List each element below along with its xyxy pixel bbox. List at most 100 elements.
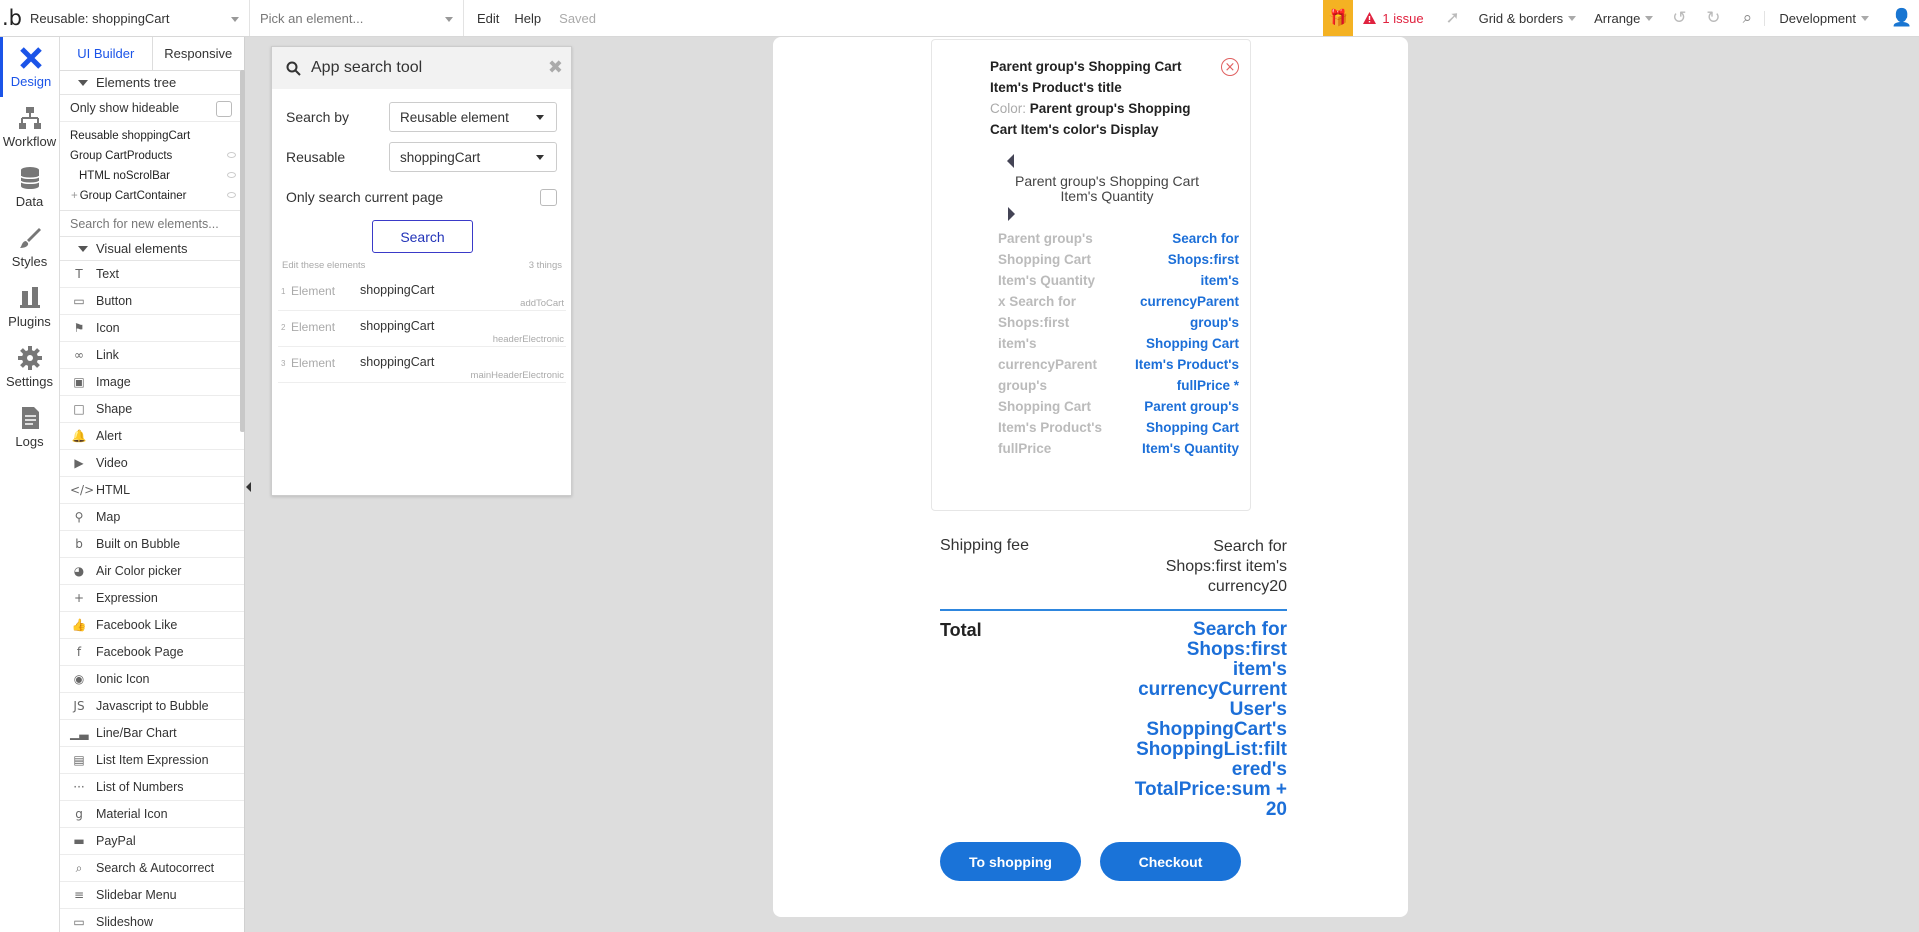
visual-element-item[interactable]: f Facebook Page [60,639,244,666]
collapse-panel-icon[interactable] [246,482,251,492]
visual-element-item[interactable]: ··· List of Numbers [60,774,244,801]
visual-element-item[interactable]: ≡ Slidebar Menu [60,882,244,909]
to-shopping-button[interactable]: To shopping [940,842,1081,881]
visual-element-item[interactable]: </> HTML [60,477,244,504]
user-icon[interactable]: 👤 [1885,0,1919,36]
issues-button[interactable]: 1 issue [1353,11,1435,26]
visual-element-item[interactable]: b Built on Bubble [60,531,244,558]
search-result-row[interactable]: 2 Element shoppingCart headerElectronic [278,311,566,347]
visual-element-item[interactable]: ◕ Air Color picker [60,558,244,585]
panel-scrollbar[interactable] [240,70,245,432]
visual-element-item[interactable]: ▬ PayPal [60,828,244,855]
page-selector[interactable]: Reusable: shoppingCart [24,0,250,36]
visual-element-item[interactable]: 👍 Facebook Like [60,612,244,639]
remove-item-icon[interactable]: × [1221,58,1239,76]
close-icon[interactable]: ✖ [548,57,563,78]
eye-icon[interactable] [227,192,236,198]
visual-elements-header[interactable]: Visual elements [60,237,244,261]
nav-design[interactable]: Design [0,37,59,97]
arrange-menu[interactable]: Arrange [1585,11,1662,26]
visual-element-item[interactable]: ▶ Video [60,450,244,477]
bubble-logo[interactable]: .b [0,0,24,36]
visual-element-label: Image [96,375,131,389]
nav-logs[interactable]: Logs [0,397,59,457]
tree-item[interactable]: Group CartProducts [60,146,244,166]
visual-element-item[interactable]: g Material Icon [60,801,244,828]
visual-element-item[interactable]: + Expression [60,585,244,612]
checkout-button[interactable]: Checkout [1100,842,1241,881]
search-new-elements-input[interactable]: Search for new elements... [60,210,244,237]
search-result-row[interactable]: 1 Element shoppingCart addToCart [278,275,566,311]
redo-icon[interactable]: ↻ [1696,0,1730,36]
decrease-quantity-icon[interactable] [1007,154,1014,168]
visual-element-item[interactable]: T Text [60,261,244,288]
calc-right-line: currencyParent [1139,294,1239,309]
visual-element-label: List of Numbers [96,780,184,794]
nav-workflow[interactable]: Workflow [0,97,59,157]
element-type-icon: ▤ [73,753,85,767]
eye-icon[interactable] [227,152,236,158]
element-picker[interactable]: Pick an element... [250,0,464,36]
visual-element-label: PayPal [96,834,136,848]
environment-menu[interactable]: Development [1764,10,1885,26]
nav-label: Settings [6,374,53,389]
search-icon[interactable]: ⌕ [1730,0,1764,36]
visual-element-item[interactable]: ▭ Slideshow [60,909,244,932]
reusable-row: Reusable shoppingCart [272,137,571,177]
visual-element-label: Slidebar Menu [96,888,177,902]
search-by-select[interactable]: Reusable element [389,102,557,132]
gift-icon[interactable]: 🎁 [1323,0,1354,36]
tree-item[interactable]: HTML noScrolBar [60,166,244,186]
nav-data[interactable]: Data [0,157,59,217]
nav-styles[interactable]: Styles [0,217,59,277]
calc-right-line: Shopping Cart [1146,336,1239,351]
visual-element-item[interactable]: ∞ Link [60,342,244,369]
nav-label: Design [10,74,52,89]
visual-element-item[interactable]: □ Shape [60,396,244,423]
menu-edit[interactable]: Edit [464,11,512,26]
nav-plugins[interactable]: Plugins [0,277,59,337]
visual-element-item[interactable]: ◉ Ionic Icon [60,666,244,693]
arrange-label: Arrange [1594,10,1641,26]
color-value-line: Parent group's Shopping [1029,101,1191,116]
reusable-select[interactable]: shoppingCart [389,142,557,172]
visual-element-item[interactable]: ⚲ Map [60,504,244,531]
visual-element-item[interactable]: ▭ Button [60,288,244,315]
reusable-value: shoppingCart [400,149,481,165]
tab-responsive[interactable]: Responsive [153,37,245,70]
undo-icon[interactable]: ↺ [1662,0,1696,36]
visual-element-item[interactable]: ▣ Image [60,369,244,396]
grid-borders-menu[interactable]: Grid & borders [1470,11,1586,26]
visual-element-item[interactable]: JS Javascript to Bubble [60,693,244,720]
increase-quantity-icon[interactable] [1008,207,1015,221]
nav-settings[interactable]: Settings [0,337,59,397]
chevron-down-icon [231,17,239,22]
tree-item[interactable]: + Group CartContainer [60,186,244,206]
data-icon [19,167,40,189]
visual-element-item[interactable]: ▤ List Item Expression [60,747,244,774]
visual-element-item[interactable]: ▁▃ Line/Bar Chart [60,720,244,747]
nav-label: Plugins [8,314,51,329]
visual-element-item[interactable]: 🔔 Alert [60,423,244,450]
expand-icon[interactable]: + [71,190,78,202]
only-current-page-checkbox[interactable] [540,188,557,206]
search-result-row[interactable]: 3 Element shoppingCart mainHeaderElectronic [278,347,566,383]
visual-element-label: Map [96,510,121,524]
tab-ui-builder[interactable]: UI Builder [60,37,153,70]
visual-element-item[interactable]: ⌕ Search & Autocorrect [60,855,244,882]
elements-tree-header[interactable]: Elements tree [60,71,244,95]
result-index: 3 [281,359,286,368]
calc-right-line: Parent group's [1144,399,1239,414]
divider [940,609,1287,611]
menu-help[interactable]: Help [512,11,554,26]
only-show-hideable-checkbox[interactable] [216,101,232,117]
pointer-icon[interactable]: ➚ [1436,0,1470,36]
eye-icon[interactable] [227,172,236,178]
chevron-down-icon [1645,15,1654,21]
visual-element-item[interactable]: ⚑ Icon [60,315,244,342]
search-by-label: Search by [286,109,350,125]
search-button[interactable]: Search [372,220,473,253]
result-name: shoppingCart [360,283,435,297]
tree-item[interactable]: Reusable shoppingCart [60,126,244,146]
elements-panel: UI Builder Responsive Elements tree Only… [60,37,245,932]
